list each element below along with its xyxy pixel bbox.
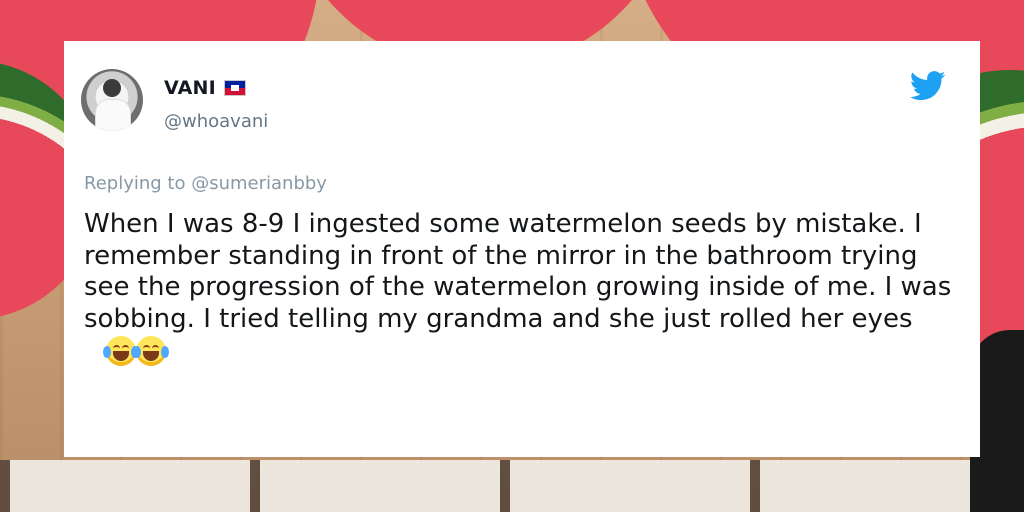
tweet-text: When I was 8-9 I ingested some watermelo… xyxy=(84,209,952,335)
tweet-body: When I was 8-9 I ingested some watermelo… xyxy=(84,209,964,371)
twitter-bird-icon xyxy=(910,71,946,101)
emoji-group xyxy=(103,335,169,366)
face-with-tears-of-joy-icon xyxy=(133,335,169,366)
author-handle[interactable]: @whoavani xyxy=(164,111,268,132)
reply-context: Replying to @sumerianbby xyxy=(84,173,327,194)
author-name-row: VANI xyxy=(164,77,246,99)
tiled-counter xyxy=(0,460,1024,512)
tweet-card: VANI @whoavani Replying to @sumerianbby … xyxy=(64,41,980,457)
author-display-name[interactable]: VANI xyxy=(164,77,216,99)
reply-prefix: Replying to xyxy=(84,173,186,194)
avatar[interactable] xyxy=(81,69,143,131)
haiti-flag-icon xyxy=(223,80,246,96)
reply-to-handle[interactable]: @sumerianbby xyxy=(191,173,327,194)
avatar-head xyxy=(103,79,121,97)
face-with-tears-of-joy-icon xyxy=(103,335,139,366)
avatar-body xyxy=(95,99,131,131)
